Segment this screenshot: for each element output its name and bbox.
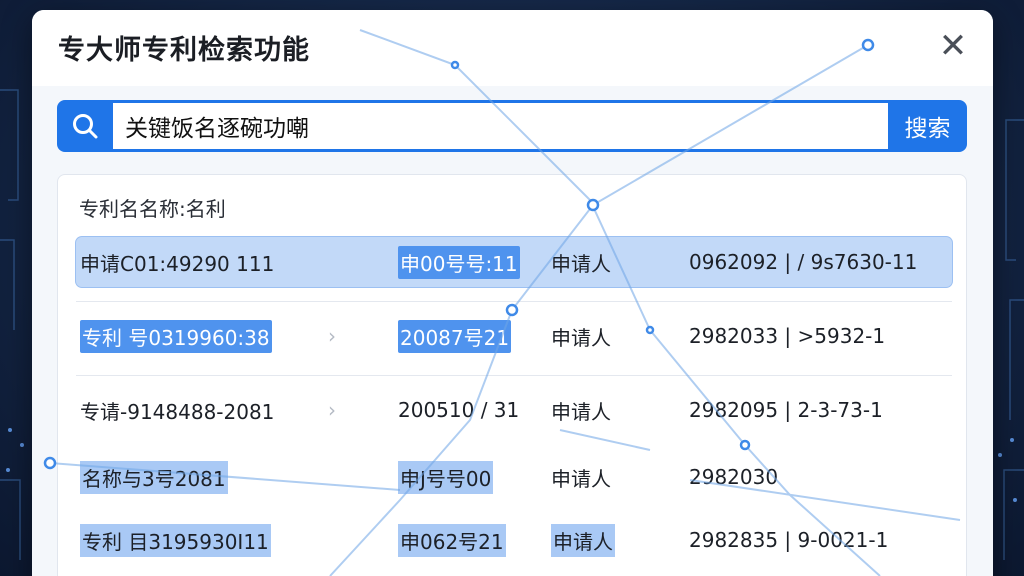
search-bar: 搜索 [57, 100, 967, 152]
row-patent-number: 专请-9148488-2081 [80, 399, 275, 424]
results-panel: 专利名名称:名利 申请C01:49290 111 申00号号:11 申请人 09… [57, 174, 967, 576]
row-application-number: 200510 / 31 [398, 398, 520, 422]
result-row[interactable]: 专利 号0319960:38 › 20087号21 申请人 2982033 | … [76, 311, 952, 361]
chevron-right-icon: › [328, 324, 336, 348]
search-button[interactable]: 搜索 [888, 100, 967, 152]
row-date-code: 2982835 | 9-0021-1 [689, 528, 889, 552]
row-date-code: 2982033 | >5932-1 [689, 324, 886, 348]
row-applicant-label: 申请人 [551, 325, 611, 350]
search-input[interactable] [113, 103, 888, 149]
row-application-number: 申00号号:11 [398, 245, 520, 279]
result-row[interactable]: 申请C01:49290 111 申00号号:11 申请人 0962092 | /… [76, 237, 952, 287]
row-application-number: 申J号号00 [398, 460, 494, 494]
patent-search-dialog: 专大师专利检索功能 ✕ 搜索 专利名名称:名利 申请C01:49290 111 … [32, 10, 993, 576]
row-patent-number: 专利 号0319960:38 [80, 319, 272, 353]
row-application-number: 申062号21 [398, 523, 506, 557]
row-date-code: 2982030 [689, 465, 779, 489]
row-date-code: 0962092 | / 9s7630-11 [689, 250, 918, 274]
row-applicant-label: 申请人 [551, 466, 611, 491]
row-divider [76, 301, 952, 302]
result-row[interactable]: 专利 目3195930I11 申062号21 申请人 2982835 | 9-0… [76, 515, 952, 565]
row-application-number: 20087号21 [398, 319, 512, 353]
result-row[interactable]: 专请-9148488-2081 › 200510 / 31 申请人 298209… [76, 385, 952, 435]
row-patent-number: 申请C01:49290 111 [80, 251, 275, 276]
close-icon[interactable]: ✕ [935, 28, 971, 64]
row-date-code: 2982095 | 2-3-73-1 [689, 398, 883, 422]
dialog-title: 专大师专利检索功能 [58, 35, 310, 66]
row-patent-number: 名称与3号2081 [80, 460, 228, 494]
row-applicant-label: 申请人 [551, 251, 611, 276]
results-header: 专利名名称:名利 [79, 197, 226, 221]
row-divider [76, 375, 952, 376]
chevron-right-icon: › [328, 398, 336, 422]
row-applicant-label: 申请人 [551, 523, 615, 557]
result-row[interactable]: 名称与3号2081 申J号号00 申请人 2982030 [76, 452, 952, 502]
row-patent-number: 专利 目3195930I11 [80, 523, 271, 557]
dialog-header: 专大师专利检索功能 ✕ [32, 10, 993, 86]
row-applicant-label: 申请人 [551, 399, 611, 424]
search-icon[interactable] [57, 100, 113, 152]
